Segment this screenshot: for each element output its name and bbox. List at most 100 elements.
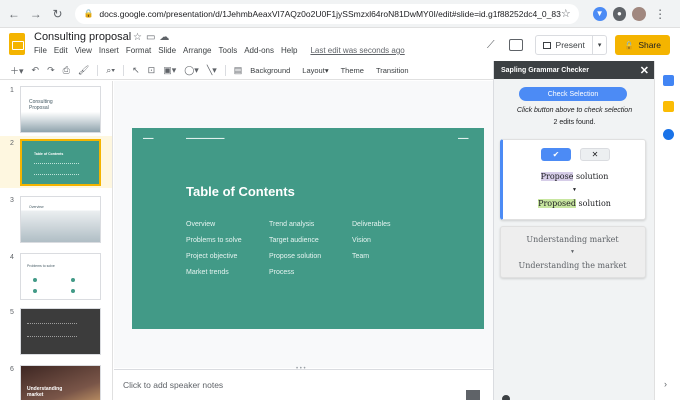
slide-thumbnail-active[interactable]: 2 Table of Contents	[0, 136, 112, 188]
slide-thumbnail[interactable]: 5	[0, 305, 112, 357]
calendar-icon[interactable]	[663, 75, 674, 86]
paint-format-icon[interactable]: 🖌	[78, 65, 89, 76]
folder-icon[interactable]: ▭	[146, 32, 159, 43]
theme-button[interactable]: Theme	[341, 66, 364, 75]
print-icon[interactable]: ⎙	[63, 65, 70, 76]
chevron-right-icon[interactable]: ›	[664, 379, 667, 389]
close-icon[interactable]: ✕	[640, 64, 649, 77]
address-bar[interactable]: 🔒 docs.google.com/presentation/d/1JehmbA…	[75, 3, 579, 24]
slide-header-right: ▬▬▬	[458, 136, 469, 140]
star-icon[interactable]: ☆	[133, 32, 146, 43]
lock-icon: 🔒	[624, 40, 635, 50]
activity-dashboard-icon[interactable]: ⟋	[487, 39, 495, 52]
slide-thumbnail[interactable]: 1 Consulting Proposal	[0, 83, 112, 135]
corrected-text: Understanding the market	[518, 261, 627, 270]
toc-item[interactable]: Propose solution	[269, 253, 321, 260]
slide-thumbnail[interactable]: 6 Understanding market	[0, 362, 112, 400]
zoom-icon[interactable]: ⌕▾	[106, 65, 115, 76]
share-button[interactable]: 🔒 Share	[615, 35, 670, 55]
toc-item[interactable]: Problems to solve	[186, 237, 242, 244]
reload-icon[interactable]: ↻	[50, 6, 66, 22]
undo-icon[interactable]: ↶	[32, 65, 40, 76]
arrow-down-icon: ▼	[570, 249, 575, 255]
toc-column: Trend analysis Target audience Propose s…	[269, 221, 321, 285]
text-box-icon[interactable]: ⊡	[148, 65, 156, 76]
check-selection-button[interactable]: Check Selection	[519, 87, 627, 101]
cloud-icon: ☁	[159, 32, 174, 43]
more-icon[interactable]: ⋮	[652, 6, 668, 22]
present-button[interactable]: Present ▾	[534, 35, 608, 55]
original-text: Understanding market	[526, 235, 619, 244]
slide-header-left: ▬▬▬	[143, 136, 154, 140]
tasks-icon[interactable]	[663, 129, 674, 140]
current-slide[interactable]: ▬▬▬ ▬▬▬▬▬▬▬▬▬▬▬ ▬▬▬ Table of Contents Ov…	[132, 128, 484, 329]
slide-thumbnail[interactable]: 3 Overview	[0, 193, 112, 245]
speaker-notes[interactable]: Click to add speaker notes	[114, 369, 493, 400]
edit-count: 2 edits found.	[553, 119, 596, 126]
shape-icon[interactable]: ◯▾	[184, 65, 199, 76]
toc-column: Overview Problems to solve Project objec…	[186, 221, 242, 285]
menu-format[interactable]: Format	[126, 46, 151, 55]
select-icon[interactable]: ↖	[132, 65, 140, 76]
arrow-down-icon: ▼	[572, 187, 577, 193]
layout-button[interactable]: Layout▾	[302, 66, 328, 75]
last-edit-link[interactable]: Last edit was seconds ago	[310, 46, 404, 55]
present-label: Present	[555, 40, 585, 50]
sapling-header-title: Sapling Grammar Checker	[501, 66, 589, 74]
comment-history-icon[interactable]	[508, 39, 523, 51]
slide-header-center: ▬▬▬▬▬▬▬▬▬▬▬	[186, 136, 225, 140]
lock-icon: 🔒	[83, 9, 94, 18]
toc-item[interactable]: Overview	[186, 221, 242, 228]
editor-toolbar: ＋▾ ↶ ↷ ⎙ 🖌 ⌕▾ ↖ ⊡ ▣▾ ◯▾ ╲▾ ▤ Background …	[0, 62, 493, 80]
slide-thumbnail[interactable]: 4 Problems to solve	[0, 250, 112, 302]
add-icon[interactable]	[466, 390, 480, 400]
toc-item[interactable]: Deliverables	[352, 221, 391, 228]
reject-edit-button[interactable]: ✕	[580, 148, 610, 161]
present-icon	[542, 41, 551, 49]
toc-item[interactable]: Team	[352, 253, 391, 260]
back-icon[interactable]: ←	[6, 6, 22, 22]
menu-help[interactable]: Help	[281, 46, 297, 55]
corrected-text: Proposed solution	[538, 199, 611, 208]
menu-arrange[interactable]: Arrange	[183, 46, 211, 55]
extension-icon[interactable]: ▼	[592, 6, 607, 21]
menu-slide[interactable]: Slide	[158, 46, 176, 55]
edit-suggestion-card[interactable]: Understanding market ▼ Understanding the…	[500, 226, 646, 278]
side-panel-rail: ›	[654, 61, 680, 400]
accept-edit-button[interactable]: ✔	[541, 148, 571, 161]
menu-view[interactable]: View	[75, 46, 92, 55]
extension-icon[interactable]: ●	[612, 6, 627, 21]
toc-item[interactable]: Market trends	[186, 269, 242, 276]
menu-addons[interactable]: Add-ons	[244, 46, 274, 55]
chevron-down-icon[interactable]: ▾	[593, 41, 607, 49]
toc-item[interactable]: Target audience	[269, 237, 321, 244]
profile-avatar[interactable]	[632, 6, 647, 21]
url-text: docs.google.com/presentation/d/1JehmbAea…	[99, 8, 561, 19]
keep-icon[interactable]	[663, 101, 674, 112]
slide-canvas[interactable]: ▬▬▬ ▬▬▬▬▬▬▬▬▬▬▬ ▬▬▬ Table of Contents Ov…	[114, 81, 493, 368]
redo-icon[interactable]: ↷	[47, 65, 55, 76]
star-icon[interactable]: ☆	[561, 7, 571, 20]
forward-icon[interactable]: →	[28, 6, 44, 22]
new-slide-icon[interactable]: ＋▾	[10, 64, 24, 77]
doc-title[interactable]: Consulting proposal	[34, 31, 131, 43]
slides-logo-icon[interactable]	[9, 33, 25, 55]
speaker-notes-placeholder: Click to add speaker notes	[123, 380, 224, 390]
toc-item[interactable]: Vision	[352, 237, 391, 244]
edit-suggestion-card[interactable]: ✔ ✕ Propose solution ▼ Proposed solution	[500, 139, 646, 220]
menu-insert[interactable]: Insert	[99, 46, 119, 55]
slide-title[interactable]: Table of Contents	[186, 184, 295, 199]
line-icon[interactable]: ╲▾	[207, 65, 217, 76]
toc-item[interactable]: Process	[269, 269, 321, 276]
sapling-instruction: Click button above to check selection	[516, 107, 633, 114]
transition-button[interactable]: Transition	[376, 66, 409, 75]
toc-item[interactable]: Trend analysis	[269, 221, 321, 228]
image-icon[interactable]: ▣▾	[163, 65, 176, 76]
menu-edit[interactable]: Edit	[54, 46, 68, 55]
background-button[interactable]: Background	[250, 66, 290, 75]
menu-file[interactable]: File	[34, 46, 47, 55]
toc-item[interactable]: Project objective	[186, 253, 242, 260]
comment-icon[interactable]: ▤	[234, 65, 243, 76]
menu-tools[interactable]: Tools	[219, 46, 238, 55]
close-icon: ✕	[591, 150, 599, 159]
